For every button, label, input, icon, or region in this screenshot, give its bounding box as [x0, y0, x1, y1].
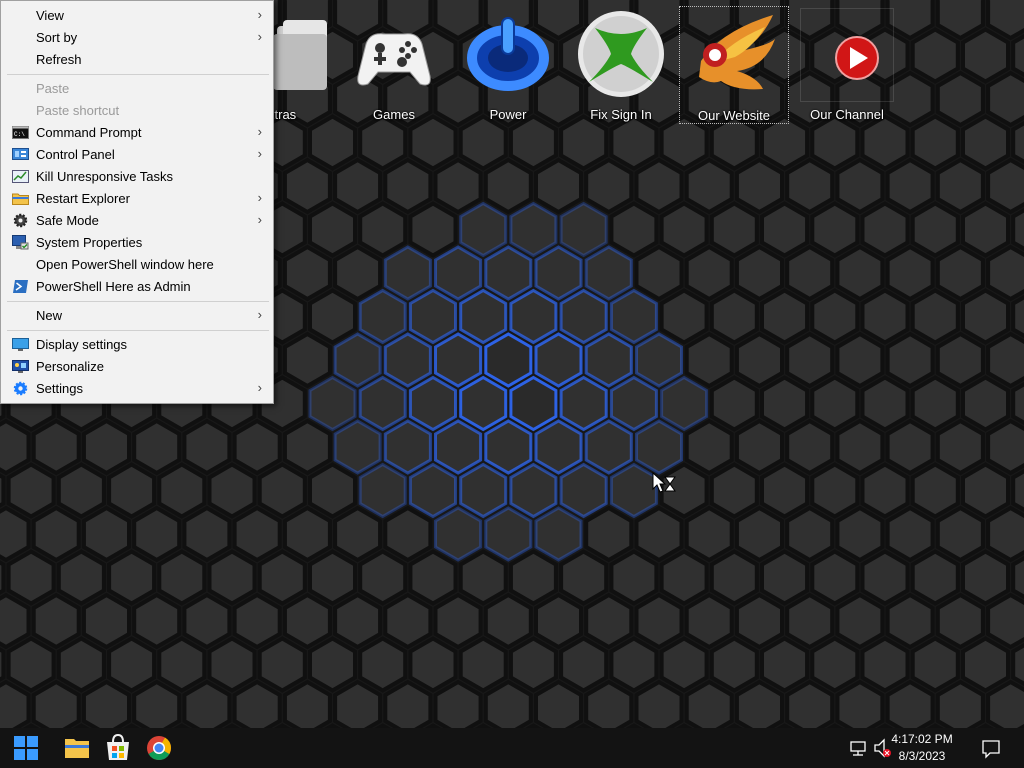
desktop-icon-fix-sign-in[interactable]: Fix Sign In — [566, 6, 676, 124]
desktop-icon-our-channel[interactable]: Our Channel — [792, 6, 902, 124]
settings-gear-icon — [13, 381, 28, 396]
power-icon — [467, 17, 549, 91]
command-prompt-icon: C:\ — [12, 126, 29, 139]
menu-item-view[interactable]: View › — [3, 5, 271, 27]
network-icon[interactable] — [848, 728, 870, 768]
clock-time: 4:17:02 PM — [891, 732, 953, 746]
menu-item-restart-explorer[interactable]: Restart Explorer › — [3, 188, 271, 210]
chevron-right-icon: › — [257, 124, 262, 139]
powershell-icon — [13, 280, 28, 293]
gear-icon — [13, 213, 28, 228]
desktop-icon-power[interactable]: Power — [453, 6, 563, 124]
desktop-icon-our-website[interactable]: Our Website — [679, 6, 789, 124]
menu-item-system-properties[interactable]: System Properties — [3, 232, 271, 254]
menu-item-paste[interactable]: Paste — [3, 78, 271, 100]
chevron-right-icon: › — [257, 307, 262, 322]
system-properties-icon — [12, 235, 29, 250]
menu-separator — [7, 74, 269, 75]
menu-item-display-settings[interactable]: Display settings — [3, 334, 271, 356]
xbox-icon — [578, 11, 664, 97]
store-icon[interactable] — [98, 728, 138, 768]
menu-item-personalize[interactable]: Personalize — [3, 356, 271, 378]
desktop-icon-games[interactable]: Games — [339, 6, 449, 124]
desktop-context-menu: View › Sort by › Refresh Paste Paste sho… — [0, 0, 274, 404]
control-panel-icon — [12, 148, 29, 160]
start-icon[interactable] — [6, 728, 46, 768]
chrome-icon[interactable] — [139, 728, 179, 768]
menu-item-paste-shortcut[interactable]: Paste shortcut — [3, 100, 271, 122]
desktop-icon-label: Our Website — [697, 108, 770, 123]
desktop-icon-label: Our Channel — [810, 107, 884, 122]
menu-item-settings[interactable]: Settings › — [3, 378, 271, 400]
chevron-right-icon: › — [257, 7, 262, 22]
svg-text:C:\: C:\ — [14, 131, 25, 138]
file-explorer-icon[interactable] — [57, 728, 97, 768]
menu-item-kill-unresponsive-tasks[interactable]: Kill Unresponsive Tasks — [3, 166, 271, 188]
desktop-icon-label: Fix Sign In — [590, 107, 652, 122]
chevron-right-icon: › — [257, 146, 262, 161]
phoenix-logo-icon — [699, 15, 775, 90]
menu-item-control-panel[interactable]: Control Panel › — [3, 144, 271, 166]
menu-item-new[interactable]: New › — [3, 305, 271, 327]
busy-cursor-icon — [652, 472, 676, 493]
menu-separator — [7, 301, 269, 302]
menu-item-powershell-as-admin[interactable]: PowerShell Here as Admin — [3, 276, 271, 298]
desktop-icon-label: Games — [373, 107, 415, 122]
task-manager-icon — [12, 170, 29, 183]
youtube-play-icon — [835, 36, 879, 80]
display-icon — [12, 338, 29, 351]
chevron-right-icon: › — [257, 212, 262, 227]
menu-separator — [7, 330, 269, 331]
chevron-right-icon: › — [257, 190, 262, 205]
menu-item-sort-by[interactable]: Sort by › — [3, 27, 271, 49]
menu-item-open-powershell-here[interactable]: Open PowerShell window here — [3, 254, 271, 276]
folder-icon — [12, 193, 29, 205]
clock-date: 8/3/2023 — [898, 749, 946, 763]
desktop-icon-label: Power — [489, 107, 527, 122]
chevron-right-icon: › — [257, 380, 262, 395]
menu-item-command-prompt[interactable]: C:\ Command Prompt › — [3, 122, 271, 144]
menu-item-refresh[interactable]: Refresh — [3, 49, 271, 71]
personalize-icon — [12, 360, 29, 373]
gamepad-icon — [357, 33, 431, 86]
notification-center-icon[interactable] — [980, 728, 1002, 768]
menu-item-safe-mode[interactable]: Safe Mode › — [3, 210, 271, 232]
taskbar: 4:17:02 PM 8/3/2023 — [0, 728, 1024, 768]
chevron-right-icon: › — [257, 29, 262, 44]
clock[interactable]: 4:17:02 PM 8/3/2023 — [882, 731, 962, 765]
